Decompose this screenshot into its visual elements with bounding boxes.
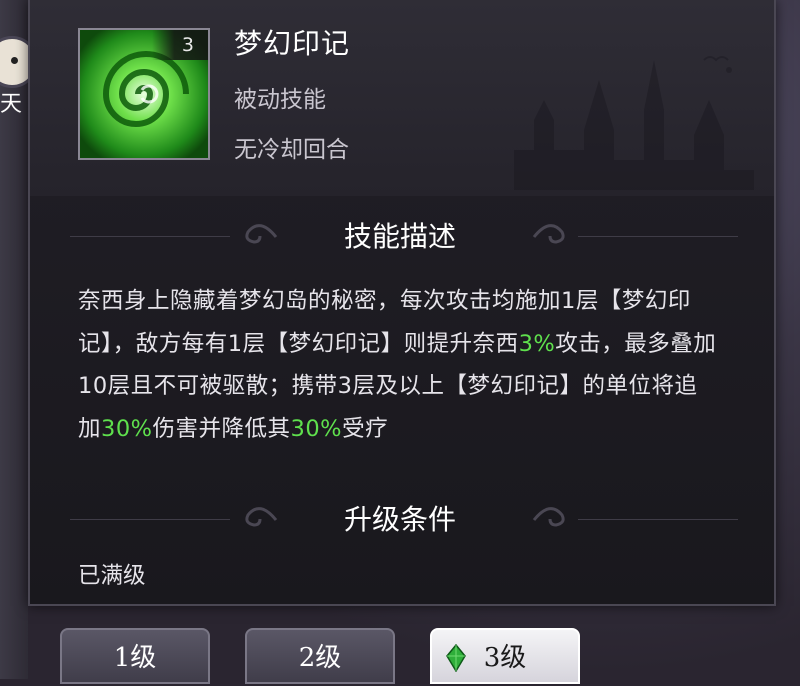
tab-level-3[interactable]: 3级 xyxy=(430,628,580,684)
description-text: 受疗 xyxy=(342,415,389,442)
skill-icon-frame: 3 xyxy=(78,28,210,160)
tab-label: 1级 xyxy=(113,643,157,673)
highlight-value: 30% xyxy=(290,415,343,442)
green-gem-icon xyxy=(446,644,466,672)
section-divider xyxy=(578,519,738,520)
upgrade-title: 升级条件 xyxy=(343,503,456,536)
section-divider xyxy=(578,236,738,237)
upgrade-status: 已满级 xyxy=(78,563,146,589)
castle-silhouette-icon xyxy=(514,56,754,190)
skill-cooldown: 无冷却回合 xyxy=(234,137,349,163)
description-title: 技能描述 xyxy=(343,220,456,253)
description-text: 伤害并降低其 xyxy=(152,415,291,442)
tab-label: 2级 xyxy=(298,643,342,673)
tab-label: 3级 xyxy=(483,643,527,673)
side-label: 天 xyxy=(0,92,23,117)
highlight-value: 30% xyxy=(101,415,153,442)
highlight-value: 3% xyxy=(518,330,556,357)
tab-level-2[interactable]: 2级 xyxy=(245,628,395,684)
section-divider xyxy=(70,519,230,520)
skill-name: 梦幻印记 xyxy=(234,27,351,60)
skill-detail-panel: 3 梦幻印记 被动技能 无冷却回合 技能描述 奈西身上隐藏着梦幻岛的秘密，每次攻… xyxy=(28,0,776,606)
tab-level-1[interactable]: 1级 xyxy=(60,628,210,684)
side-panel: 天 xyxy=(0,0,38,679)
skill-type: 被动技能 xyxy=(234,87,326,113)
skill-description: 奈西身上隐藏着梦幻岛的秘密，每次攻击均施加1层【梦幻印记】，敌方每有1层【梦幻印… xyxy=(78,280,718,450)
section-divider xyxy=(70,236,230,237)
skill-level-badge: 3 xyxy=(152,30,208,60)
